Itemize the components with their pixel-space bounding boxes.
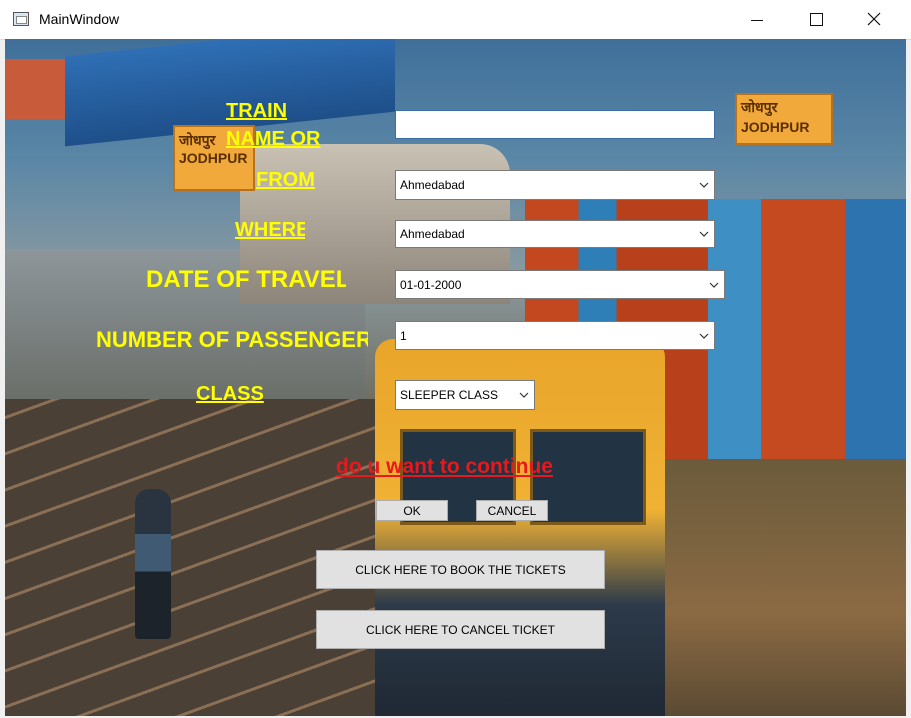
where-select[interactable]: Ahmedabad bbox=[395, 220, 715, 248]
cancel-button[interactable]: CANCEL bbox=[476, 500, 548, 521]
passengers-select-value: 1 bbox=[400, 328, 407, 343]
chevron-down-icon bbox=[514, 392, 534, 398]
station-sign-right: जोधपुर JODHPUR bbox=[735, 93, 833, 145]
walking-person bbox=[135, 489, 171, 639]
class-label: CLASS bbox=[196, 383, 264, 405]
app-window-icon bbox=[13, 12, 29, 26]
from-select[interactable]: Ahmedabad bbox=[395, 170, 715, 200]
class-select[interactable]: SLEEPER CLASS bbox=[395, 380, 535, 410]
from-select-value: Ahmedabad bbox=[400, 178, 465, 192]
date-select[interactable]: 01-01-2000 bbox=[395, 270, 725, 299]
ok-button[interactable]: OK bbox=[376, 500, 448, 521]
where-select-value: Ahmedabad bbox=[400, 227, 465, 241]
cancel-ticket-button[interactable]: CLICK HERE TO CANCEL TICKET bbox=[316, 610, 605, 649]
date-label: DATE OF TRAVEL bbox=[146, 266, 346, 293]
name-or-label: NAME OR bbox=[226, 128, 321, 150]
trackside-ground bbox=[665, 459, 906, 716]
continue-prompt: do u want to continue bbox=[336, 455, 553, 478]
close-icon bbox=[867, 12, 881, 26]
book-tickets-button[interactable]: CLICK HERE TO BOOK THE TICKETS bbox=[316, 550, 605, 589]
chevron-down-icon bbox=[694, 182, 714, 188]
where-label: WHERE bbox=[235, 219, 305, 241]
window-title: MainWindow bbox=[39, 11, 120, 27]
title-bar: MainWindow bbox=[0, 0, 911, 40]
passengers-label: NUMBER OF PASSENGERS bbox=[96, 327, 368, 352]
class-select-value: SLEEPER CLASS bbox=[400, 388, 499, 402]
chevron-down-icon bbox=[704, 282, 724, 288]
train-label: TRAIN bbox=[226, 100, 288, 122]
train-name-field[interactable] bbox=[395, 110, 715, 139]
date-select-value: 01-01-2000 bbox=[400, 277, 462, 292]
chevron-down-icon bbox=[694, 333, 714, 339]
close-button[interactable] bbox=[845, 0, 903, 39]
minimize-icon bbox=[751, 20, 763, 21]
minimize-button[interactable] bbox=[728, 0, 786, 39]
maximize-icon bbox=[810, 13, 823, 26]
passengers-select[interactable]: 1 bbox=[395, 321, 715, 350]
from-label: FROM bbox=[256, 169, 315, 191]
train-name-input[interactable] bbox=[396, 111, 714, 138]
maximize-button[interactable] bbox=[786, 0, 844, 39]
chevron-down-icon bbox=[694, 231, 714, 237]
